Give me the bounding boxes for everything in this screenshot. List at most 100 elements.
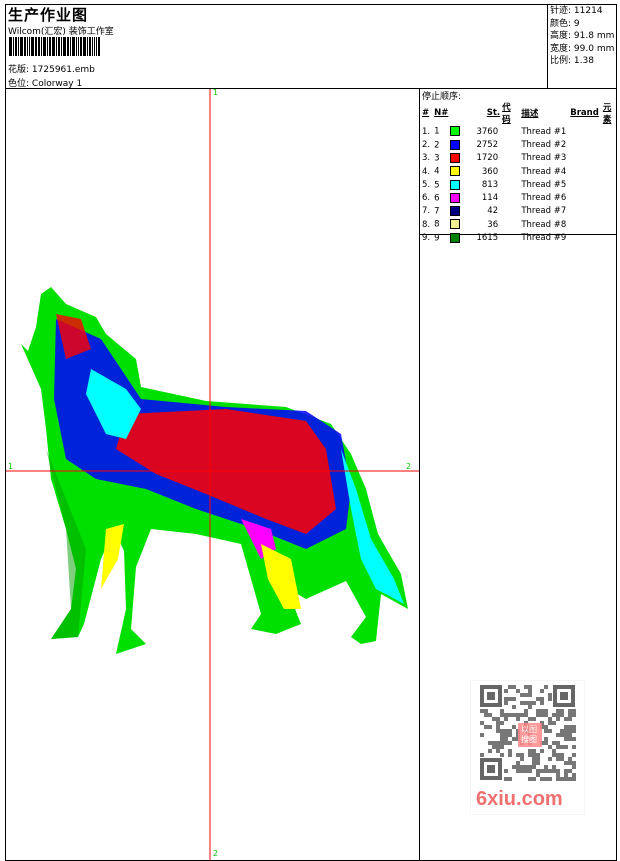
ratio-label: 比例:	[550, 56, 572, 66]
row-index: 1.	[422, 126, 431, 137]
needle-number: 4	[432, 165, 464, 178]
col-header: Brand	[570, 108, 599, 118]
thread-row: 9. 9 1615 Thread #9	[420, 231, 620, 244]
brand	[568, 152, 601, 165]
code	[500, 165, 519, 178]
description: Thread #8	[521, 219, 567, 230]
row-index: 4.	[422, 166, 431, 177]
ratio-value: 1.38	[573, 56, 594, 66]
color-swatch	[450, 166, 461, 177]
code	[500, 178, 519, 191]
element	[601, 165, 620, 178]
design-stats: 针迹: 11214 颜色: 9 高度: 91.8 mm 宽度: 99.0 mm …	[550, 5, 614, 68]
element	[601, 178, 620, 191]
code	[500, 205, 519, 218]
brand	[568, 125, 601, 138]
needle-value: 5	[434, 180, 440, 191]
code	[500, 191, 519, 204]
col-header: N#	[434, 108, 449, 118]
code	[500, 138, 519, 151]
company-name: Wilcom(汇宏) 装饰工作室	[8, 27, 114, 37]
thread-row: 6. 6 114 Thread #6	[420, 191, 620, 204]
brand	[568, 165, 601, 178]
description: Thread #6	[521, 193, 567, 204]
colorway-value: Colorway 1	[31, 79, 83, 89]
code	[500, 218, 519, 231]
design-preview	[6, 89, 419, 860]
design-value: 1725961.emb	[31, 65, 95, 75]
description: Thread #2	[521, 139, 567, 150]
row-index: 8.	[422, 219, 431, 230]
thread-row: 5. 5 813 Thread #5	[420, 178, 620, 191]
barcode	[9, 37, 141, 56]
thread-row: 7. 7 42 Thread #7	[420, 205, 620, 218]
stitch-count: 360	[481, 166, 499, 177]
element	[601, 218, 620, 231]
needle-value: 4	[434, 166, 440, 177]
width-value: 99.0 mm	[573, 43, 615, 54]
page-title: 生产作业图	[8, 6, 89, 24]
needle-value: 1	[434, 126, 440, 137]
description: Thread #3	[521, 153, 567, 164]
thread-row: 4. 4 360 Thread #4	[420, 165, 620, 178]
design-label: 花版:	[8, 65, 30, 75]
color-swatch	[450, 126, 461, 137]
colorway-label: 色位:	[8, 79, 30, 89]
colors-value: 9	[573, 18, 580, 29]
needle-number: 5	[432, 178, 464, 191]
code	[500, 125, 519, 138]
needle-number: 7	[432, 205, 464, 218]
brand	[568, 178, 601, 191]
stitch-count: 36	[487, 219, 499, 230]
row-index: 3.	[422, 153, 431, 164]
needle-number: 1	[432, 125, 464, 138]
brand	[568, 218, 601, 231]
col-header: 描述	[521, 109, 539, 119]
design-file: 花版: 1725961.emb	[8, 62, 95, 75]
color-swatch	[450, 192, 461, 203]
stitch-count: 813	[481, 179, 499, 190]
col-header: 代码	[502, 103, 511, 125]
needle-value: 9	[434, 233, 440, 244]
description: Thread #1	[521, 126, 567, 137]
stats-divider	[547, 4, 548, 88]
axis-label-bottom: 2	[213, 849, 219, 858]
color-swatch	[450, 139, 461, 150]
row-index: 9.	[422, 233, 431, 244]
code	[500, 231, 519, 244]
element	[601, 231, 620, 244]
axis-label-right: 2	[406, 462, 412, 471]
width-label: 宽度:	[550, 43, 572, 54]
element	[601, 152, 620, 165]
thread-row: 2. 2 2752 Thread #2	[420, 138, 620, 151]
color-swatch	[450, 179, 461, 190]
element	[601, 205, 620, 218]
needle-value: 3	[434, 153, 440, 164]
code	[500, 152, 519, 165]
thread-row: 8. 8 36 Thread #8	[420, 218, 620, 231]
stitch-count: 1720	[476, 153, 499, 164]
color-swatch	[450, 219, 461, 230]
needle-value: 7	[434, 206, 440, 217]
needle-value: 2	[434, 140, 440, 151]
stamp-text: 以图搜图	[521, 725, 537, 744]
brand	[568, 138, 601, 151]
stitch-count: 114	[481, 193, 499, 204]
brand	[568, 205, 601, 218]
needle-number: 8	[432, 218, 464, 231]
element	[601, 191, 620, 204]
color-swatch	[450, 232, 461, 243]
color-swatch	[450, 206, 461, 217]
needle-number: 2	[432, 138, 464, 151]
row-index: 2.	[422, 139, 431, 150]
height-value: 91.8 mm	[573, 31, 615, 41]
brand	[568, 191, 601, 204]
element	[601, 138, 620, 151]
needle-number: 3	[432, 152, 464, 165]
row-index: 7.	[422, 206, 431, 217]
description: Thread #9	[521, 233, 567, 244]
color-swatch	[450, 152, 461, 163]
needle-number: 6	[432, 191, 464, 204]
brand	[568, 231, 601, 244]
needle-value: 6	[434, 193, 440, 204]
